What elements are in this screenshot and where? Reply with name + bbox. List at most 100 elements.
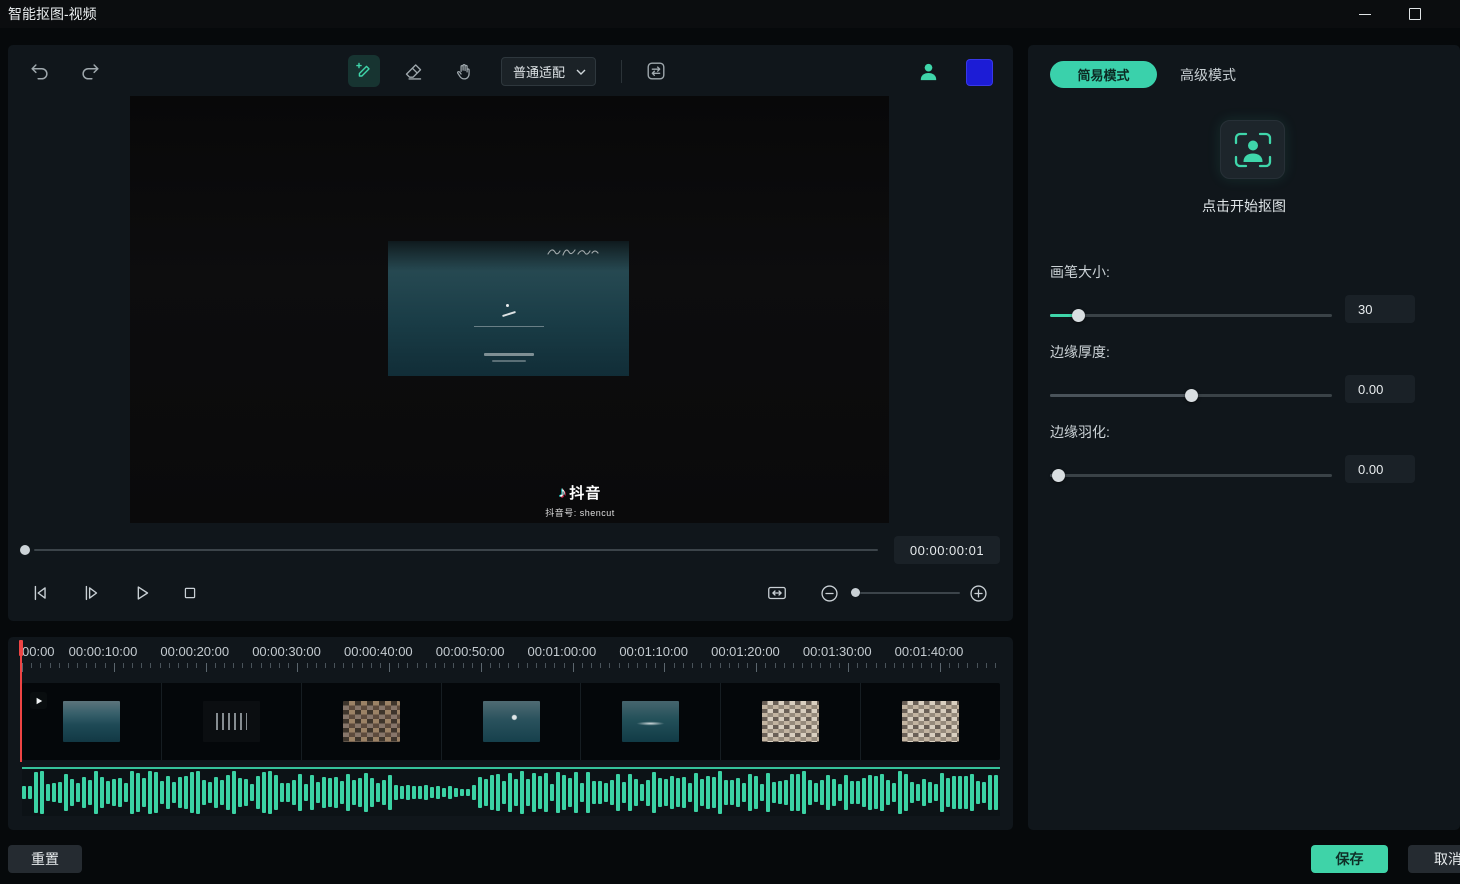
ruler-tick bbox=[417, 663, 418, 668]
ruler-tick bbox=[362, 663, 363, 668]
tab-advanced-mode[interactable]: 高级模式 bbox=[1180, 61, 1236, 88]
minimize-icon bbox=[1359, 14, 1371, 15]
slider-handle[interactable] bbox=[1072, 309, 1085, 322]
clip-segment[interactable] bbox=[302, 683, 442, 760]
waveform-bar bbox=[892, 783, 896, 802]
clip-segment[interactable] bbox=[581, 683, 721, 760]
brush-size-group: 画笔大小: 30 bbox=[1050, 262, 1438, 342]
ruler-tick bbox=[59, 663, 60, 668]
ruler-tick bbox=[407, 663, 408, 668]
redo-button[interactable] bbox=[74, 55, 106, 87]
background-color-swatch[interactable] bbox=[966, 59, 993, 86]
maximize-button[interactable] bbox=[1392, 0, 1438, 28]
waveform-bar bbox=[250, 784, 254, 801]
play-button[interactable] bbox=[126, 577, 158, 609]
edge-thickness-value[interactable]: 0.00 bbox=[1345, 375, 1415, 403]
waveform-bar bbox=[436, 786, 440, 798]
tiktok-note-icon: ♪ bbox=[559, 484, 567, 501]
prev-frame-button[interactable] bbox=[24, 577, 56, 609]
waveform-bar bbox=[430, 787, 434, 798]
ruler-tick bbox=[86, 663, 87, 668]
fit-mode-dropdown[interactable]: 普通适配 bbox=[501, 57, 596, 86]
clips-track[interactable] bbox=[22, 683, 1000, 760]
ruler-tick bbox=[105, 663, 106, 668]
ruler-tick bbox=[371, 663, 372, 668]
tab-simple-mode[interactable]: 简易模式 bbox=[1050, 61, 1157, 88]
brush-add-tool-button[interactable] bbox=[348, 55, 380, 87]
waveform-bar bbox=[406, 785, 410, 801]
ruler-tick bbox=[114, 663, 115, 672]
waveform-bar bbox=[274, 775, 278, 810]
ruler-tick bbox=[297, 663, 298, 672]
seek-track[interactable] bbox=[34, 549, 878, 551]
stop-button[interactable] bbox=[174, 577, 206, 609]
audio-waveform[interactable] bbox=[22, 767, 1000, 816]
play-icon bbox=[131, 582, 153, 604]
waveform-bar bbox=[658, 778, 662, 807]
waveform-bar bbox=[886, 780, 890, 805]
waveform-bar bbox=[580, 783, 584, 801]
video-boat-dot bbox=[506, 304, 509, 307]
subject-toggle-button[interactable] bbox=[912, 55, 944, 87]
timeline-zoom-slider[interactable] bbox=[860, 592, 960, 594]
undo-button[interactable] bbox=[24, 55, 56, 87]
cancel-button[interactable]: 取消 bbox=[1408, 845, 1460, 873]
timeline-ruler-labels[interactable]: 00:0000:00:10:0000:00:20:0000:00:30:0000… bbox=[8, 644, 1013, 660]
ruler-tick bbox=[518, 663, 519, 668]
waveform-bar bbox=[712, 777, 716, 807]
waveform-bar bbox=[760, 784, 764, 802]
save-button[interactable]: 保存 bbox=[1311, 845, 1388, 873]
clip-segment[interactable] bbox=[721, 683, 861, 760]
hand-tool-button[interactable] bbox=[448, 55, 480, 87]
waveform-bar bbox=[928, 782, 932, 802]
chevron-down-icon bbox=[576, 69, 586, 75]
waveform-bar bbox=[490, 775, 494, 811]
zoom-out-button[interactable] bbox=[813, 577, 845, 609]
ruler-tick bbox=[995, 663, 996, 668]
waveform-bar bbox=[418, 786, 422, 799]
ruler-tick bbox=[426, 663, 427, 668]
brush-size-value[interactable]: 30 bbox=[1345, 295, 1415, 323]
waveform-bar bbox=[688, 783, 692, 803]
seek-handle[interactable] bbox=[20, 545, 30, 555]
clip-segment[interactable] bbox=[861, 683, 1000, 760]
ruler-tick bbox=[206, 663, 207, 672]
ruler-tick bbox=[95, 663, 96, 668]
ruler-tick bbox=[664, 663, 665, 672]
waveform-bar bbox=[718, 771, 722, 814]
waveform-bar bbox=[568, 778, 572, 807]
video-preview[interactable]: ♪ 抖音 抖音号: shencut bbox=[130, 96, 889, 523]
playhead-line[interactable] bbox=[20, 640, 22, 762]
compare-view-button[interactable] bbox=[640, 55, 672, 87]
slider-handle[interactable] bbox=[1185, 389, 1198, 402]
zoom-in-button[interactable] bbox=[962, 577, 994, 609]
ruler-tick bbox=[820, 663, 821, 668]
fit-view-button[interactable] bbox=[761, 577, 793, 609]
panel-slider[interactable] bbox=[1050, 389, 1332, 402]
waveform-bar bbox=[334, 777, 338, 808]
waveform-bar bbox=[478, 777, 482, 808]
eraser-tool-button[interactable] bbox=[397, 55, 429, 87]
edge-feather-value[interactable]: 0.00 bbox=[1345, 455, 1415, 483]
zoom-out-icon bbox=[819, 583, 840, 604]
ruler-tick bbox=[169, 663, 170, 668]
ruler-tick bbox=[380, 663, 381, 668]
ruler-tick bbox=[839, 663, 840, 668]
next-frame-button[interactable] bbox=[75, 577, 107, 609]
minimize-button[interactable] bbox=[1342, 0, 1388, 28]
slider-handle[interactable] bbox=[1052, 469, 1065, 482]
waveform-bar bbox=[124, 783, 128, 801]
timeline-zoom-handle[interactable] bbox=[851, 588, 860, 597]
ruler-tick bbox=[150, 663, 151, 668]
clip-segment[interactable] bbox=[442, 683, 582, 760]
panel-slider[interactable] bbox=[1050, 309, 1332, 322]
ruler-tick bbox=[591, 663, 592, 668]
play-badge-icon bbox=[35, 697, 43, 705]
video-wake-line bbox=[502, 311, 516, 317]
waveform-bar bbox=[682, 777, 686, 808]
waveform-bar bbox=[694, 773, 698, 813]
start-matting-button[interactable] bbox=[1220, 120, 1285, 179]
clip-segment[interactable] bbox=[162, 683, 302, 760]
panel-slider[interactable] bbox=[1050, 469, 1332, 482]
reset-button[interactable]: 重置 bbox=[8, 845, 82, 873]
